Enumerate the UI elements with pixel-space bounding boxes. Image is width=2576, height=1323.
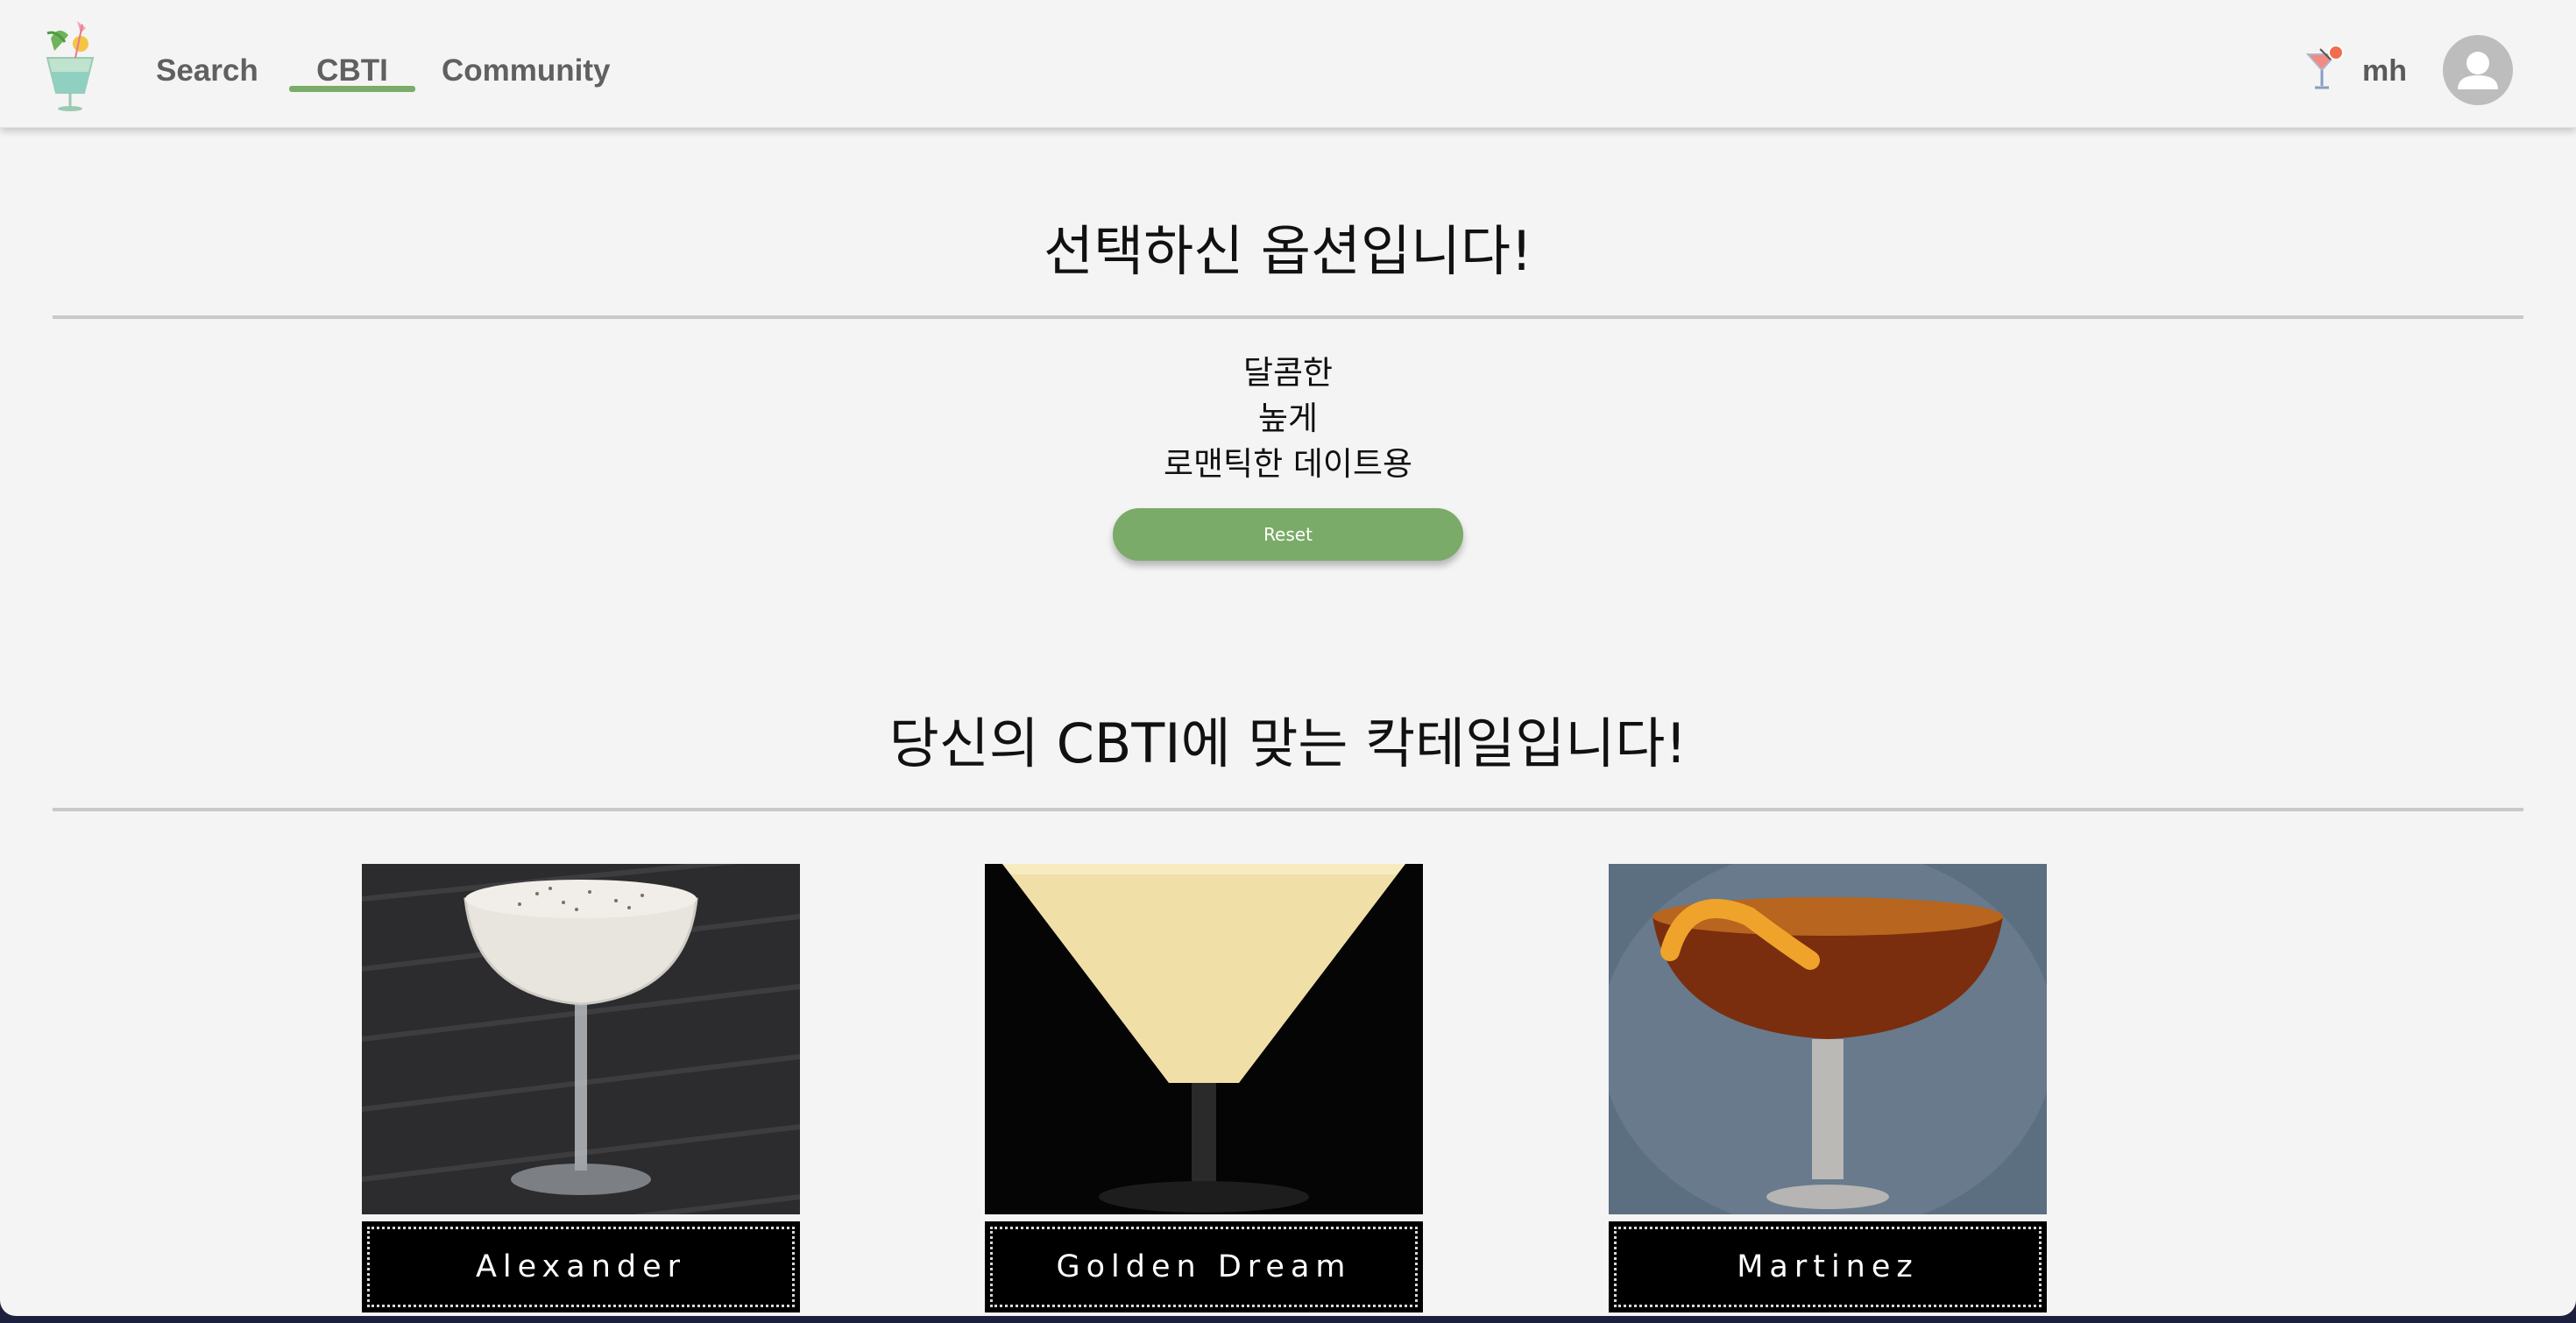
active-tab-indicator bbox=[289, 86, 415, 92]
cocktail-name-plate: Golden Dream bbox=[985, 1221, 1423, 1312]
cocktail-image bbox=[1609, 864, 2047, 1214]
logo-icon[interactable] bbox=[39, 12, 102, 112]
avatar[interactable] bbox=[2443, 35, 2513, 105]
cocktail-card[interactable]: Golden Dream bbox=[985, 864, 1423, 1312]
page: Search CBTI Community mh 선택하신 옵션입니다! 달콤한… bbox=[0, 0, 2576, 1316]
cocktail-name: Martinez bbox=[1614, 1227, 2042, 1307]
cocktail-name: Golden Dream bbox=[990, 1227, 1418, 1307]
results-title: 당신의 CBTI에 맞는 칵테일입니다! bbox=[888, 711, 1688, 775]
user-silhouette-icon bbox=[2458, 52, 2498, 89]
cocktail-image bbox=[985, 864, 1423, 1214]
divider bbox=[53, 315, 2523, 319]
cocktail-name-plate: Martinez bbox=[1609, 1221, 2047, 1312]
cocktail-card[interactable]: Alexander bbox=[362, 864, 800, 1312]
cocktail-image bbox=[362, 864, 800, 1214]
selected-options-list: 달콤한 높게 로맨틱한 데이트용 bbox=[0, 350, 2576, 487]
option-item: 로맨틱한 데이트용 bbox=[1163, 445, 1413, 483]
username[interactable]: mh bbox=[2362, 49, 2407, 93]
divider bbox=[53, 808, 2523, 811]
cocktail-card[interactable]: Martinez bbox=[1609, 864, 2047, 1312]
cocktail-name: Alexander bbox=[367, 1227, 795, 1307]
reset-button[interactable]: Reset bbox=[1113, 508, 1463, 561]
option-item: 달콤한 bbox=[1242, 354, 1334, 392]
options-title: 선택하신 옵션입니다! bbox=[1044, 219, 1532, 283]
top-nav-bar: Search CBTI Community mh bbox=[0, 0, 2576, 128]
window-frame: Search CBTI Community mh 선택하신 옵션입니다! 달콤한… bbox=[0, 0, 2576, 1323]
option-item: 높게 bbox=[1257, 400, 1319, 437]
cocktail-glass-icon bbox=[2305, 45, 2344, 89]
nav-community[interactable]: Community bbox=[442, 49, 611, 93]
nav-search[interactable]: Search bbox=[156, 49, 258, 93]
cocktail-name-plate: Alexander bbox=[362, 1221, 800, 1312]
